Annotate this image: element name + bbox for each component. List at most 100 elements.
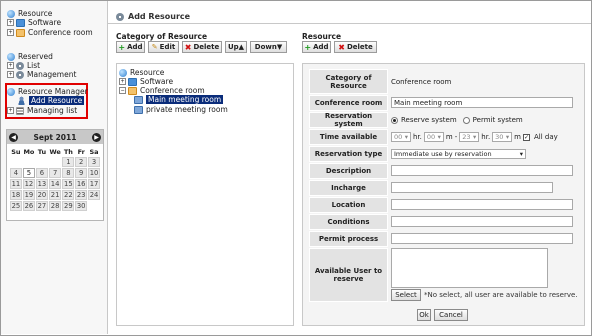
category-tree-panel: Resource + Software − Conference room Ma… xyxy=(116,63,294,326)
expand-icon[interactable]: + xyxy=(119,78,126,85)
delete-icon: ✖ xyxy=(338,42,345,52)
sidebar-item-resource-manager[interactable]: Resource Manager xyxy=(7,87,88,96)
select-button[interactable]: Select xyxy=(391,289,421,301)
conference-room-label: Conference room xyxy=(309,95,388,111)
start-hour-select[interactable]: 00 ▾ xyxy=(391,132,411,142)
resource-delete-button[interactable]: ✖ Delete xyxy=(334,41,377,53)
description-field[interactable] xyxy=(391,165,573,176)
expand-icon[interactable]: + xyxy=(7,71,14,78)
reservation-type-select[interactable]: Immediate use by reservation ▾ xyxy=(391,149,526,159)
tree-item-main-meeting-room[interactable]: Main meeting room xyxy=(134,95,224,104)
calendar-day[interactable]: 9 xyxy=(75,168,88,178)
calendar-day[interactable]: 12 xyxy=(22,179,35,189)
globe-icon xyxy=(7,9,15,18)
calendar-day[interactable]: 25 xyxy=(10,201,22,211)
category-up-button[interactable]: Up▲ xyxy=(225,41,247,53)
sidebar-item-resource[interactable]: Resource xyxy=(7,9,52,18)
all-day-checkbox[interactable]: ✓ xyxy=(523,133,530,141)
calendar-day[interactable]: 16 xyxy=(75,179,88,189)
calendar-day[interactable]: 28 xyxy=(48,201,62,211)
calendar-day[interactable]: 17 xyxy=(88,179,100,189)
sidebar-item-reserved[interactable]: Reserved xyxy=(7,52,53,61)
end-hour-select[interactable]: 23 ▾ xyxy=(459,132,480,142)
sidebar-item-add-resource[interactable]: Add Resource xyxy=(17,96,85,105)
conditions-field[interactable] xyxy=(391,216,573,227)
calendar-day[interactable]: 13 xyxy=(35,179,48,189)
calendar-day[interactable]: 6 xyxy=(35,168,48,178)
calendar-day[interactable]: 30 xyxy=(75,201,88,211)
calendar-day[interactable]: 26 xyxy=(22,201,35,211)
calendar-day[interactable]: 20 xyxy=(35,190,48,200)
calendar-day[interactable]: 23 xyxy=(75,190,88,200)
tree-item-label: private meeting room xyxy=(146,105,228,114)
calendar-day[interactable]: 14 xyxy=(48,179,62,189)
permit-process-field[interactable] xyxy=(391,233,573,244)
calendar-day[interactable]: 22 xyxy=(62,190,75,200)
sidebar-item-list[interactable]: + List xyxy=(7,61,40,70)
calendar-day[interactable]: 5 xyxy=(22,168,35,178)
calendar-day[interactable]: 27 xyxy=(35,201,48,211)
select-value: 00 xyxy=(426,133,436,141)
select-value: 00 xyxy=(394,133,403,141)
pencil-icon: ✎ xyxy=(151,43,158,51)
category-down-button[interactable]: Down▼ xyxy=(250,41,287,53)
time-available-controls: 00 ▾ hr. 00 ▾ m - 23 ▾ hr. 30 ▾ m ✓ All day xyxy=(391,129,558,145)
cancel-button[interactable]: Cancel xyxy=(434,309,468,321)
category-add-button[interactable]: + Add xyxy=(116,41,145,53)
calendar-day[interactable]: 19 xyxy=(22,190,35,200)
prev-month-icon[interactable]: ◀ xyxy=(9,132,18,142)
resource-add-button[interactable]: + Add xyxy=(302,41,331,53)
category-value: Conference room xyxy=(391,77,452,86)
calendar-day[interactable]: 4 xyxy=(10,168,22,178)
calendar-day[interactable]: 21 xyxy=(48,190,62,200)
globe-icon xyxy=(7,87,15,96)
tree-item-conference-room[interactable]: − Conference room xyxy=(119,86,205,95)
button-label: Add xyxy=(127,43,143,51)
mini-calendar: ◀ Sept 2011 ▶ Su Mo Tu We Th Fr Sa 1 2 3 4 5 6 7 8 9 10… xyxy=(6,129,104,221)
calendar-day[interactable]: 7 xyxy=(48,168,62,178)
calendar-day[interactable]: 8 xyxy=(62,168,75,178)
permit-system-radio[interactable] xyxy=(462,116,470,124)
tree-item-private-meeting-room[interactable]: private meeting room xyxy=(134,105,228,114)
calendar-day[interactable]: 11 xyxy=(10,179,22,189)
calendar-day[interactable]: 15 xyxy=(62,179,75,189)
available-user-list[interactable] xyxy=(391,248,548,288)
ok-button[interactable]: Ok xyxy=(417,309,431,321)
calendar-day[interactable]: 3 xyxy=(88,157,100,167)
hr-unit-label: hr. xyxy=(413,133,422,141)
category-delete-button[interactable]: ✖ Delete xyxy=(182,41,222,53)
tree-item-software[interactable]: + Software xyxy=(119,77,173,86)
sidebar-item-managing-list[interactable]: + Managing list xyxy=(7,106,77,115)
sidebar-item-management[interactable]: + Management xyxy=(7,70,76,79)
calendar-day[interactable]: 1 xyxy=(62,157,75,167)
calendar-day[interactable]: 29 xyxy=(62,201,75,211)
conference-room-field[interactable]: Main meeting room xyxy=(391,97,573,108)
location-field[interactable] xyxy=(391,199,573,210)
category-edit-button[interactable]: ✎ Edit xyxy=(148,41,179,53)
sidebar-item-label: Managing list xyxy=(27,106,78,115)
tree-item-resource[interactable]: Resource xyxy=(119,68,164,77)
calendar-day[interactable]: 18 xyxy=(10,190,22,200)
sidebar-item-software[interactable]: + Software xyxy=(7,18,61,27)
incharge-field[interactable] xyxy=(391,182,553,193)
expand-icon[interactable]: + xyxy=(7,62,14,69)
button-label: Up▲ xyxy=(227,43,245,51)
select-note: *No select, all user are available to re… xyxy=(424,291,578,299)
calendar-day[interactable]: 24 xyxy=(88,190,100,200)
next-month-icon[interactable]: ▶ xyxy=(92,132,101,142)
delete-icon: ✖ xyxy=(184,42,192,52)
sidebar-item-conference-room[interactable]: + Conference room xyxy=(7,28,93,37)
calendar-month-label: Sept 2011 xyxy=(33,132,77,142)
collapse-icon[interactable]: − xyxy=(119,87,126,94)
sidebar-item-label: Management xyxy=(27,70,77,79)
calendar-day[interactable]: 2 xyxy=(75,157,88,167)
expand-icon[interactable]: + xyxy=(7,29,14,36)
reserve-system-radio[interactable] xyxy=(391,116,398,124)
expand-icon[interactable]: + xyxy=(7,107,14,114)
calendar-week: 4 5 6 7 8 9 10 xyxy=(10,168,100,178)
end-minute-select[interactable]: 30 ▾ xyxy=(492,132,513,142)
chevron-down-icon: ▾ xyxy=(404,133,408,141)
start-minute-select[interactable]: 00 ▾ xyxy=(423,132,444,142)
expand-icon[interactable]: + xyxy=(7,19,14,26)
calendar-day[interactable]: 10 xyxy=(88,168,100,178)
